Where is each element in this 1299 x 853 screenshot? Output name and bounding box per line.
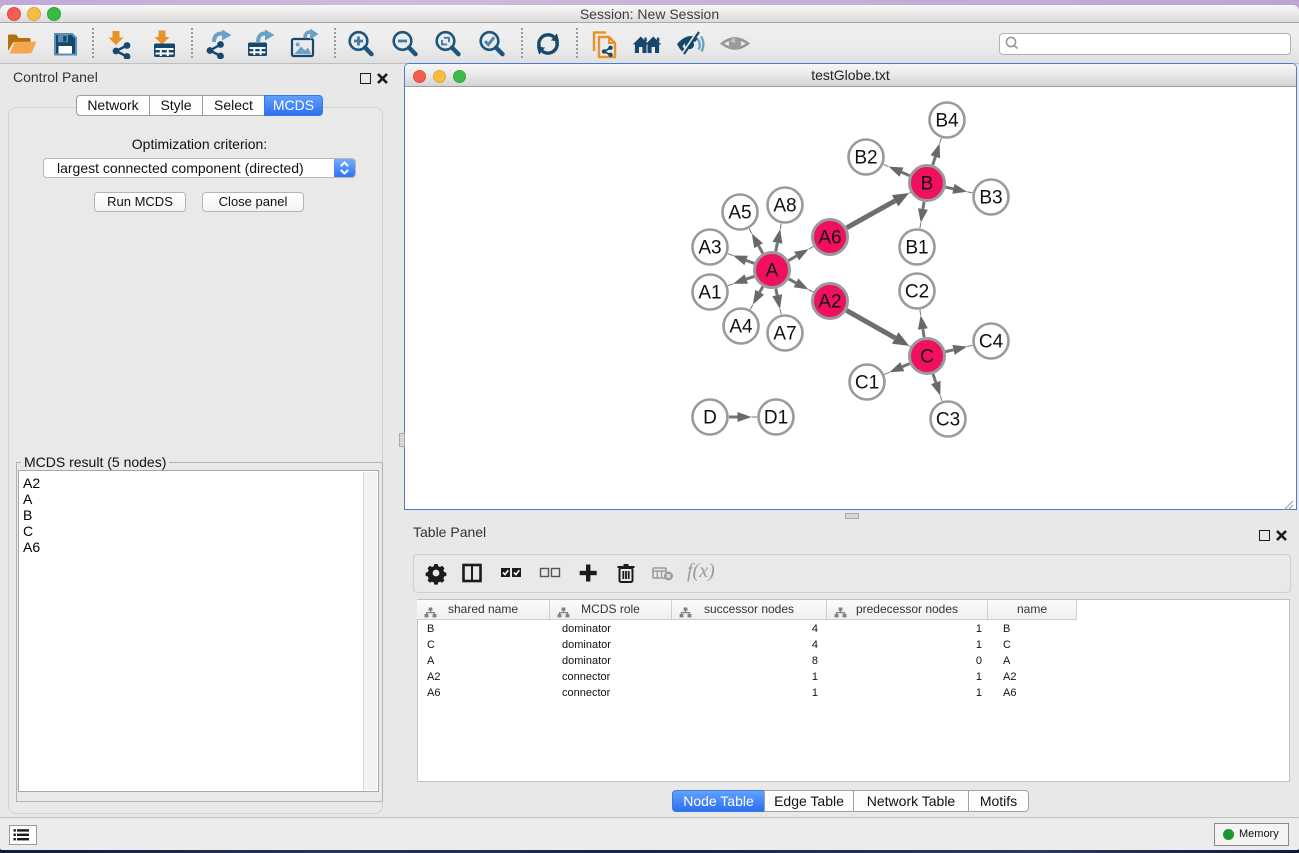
svg-text:D: D (703, 408, 717, 429)
svg-text:A8: A8 (773, 196, 796, 217)
svg-text:A1: A1 (698, 283, 721, 304)
svg-text:C3: C3 (936, 410, 960, 431)
svg-text:C2: C2 (905, 282, 929, 303)
svg-text:A7: A7 (773, 324, 796, 345)
svg-text:A2: A2 (818, 292, 841, 313)
svg-text:A4: A4 (729, 317, 753, 338)
svg-text:D1: D1 (764, 408, 788, 429)
svg-text:C: C (920, 347, 934, 368)
svg-text:A: A (766, 261, 779, 282)
svg-text:A5: A5 (728, 203, 751, 224)
svg-text:C1: C1 (855, 373, 879, 394)
svg-text:B2: B2 (854, 148, 877, 169)
svg-text:B: B (921, 174, 934, 195)
svg-text:B1: B1 (905, 238, 928, 259)
svg-text:A6: A6 (818, 228, 841, 249)
svg-text:B3: B3 (979, 188, 1002, 209)
svg-text:B4: B4 (935, 111, 959, 132)
svg-text:A3: A3 (698, 238, 721, 259)
svg-text:C4: C4 (979, 332, 1004, 353)
